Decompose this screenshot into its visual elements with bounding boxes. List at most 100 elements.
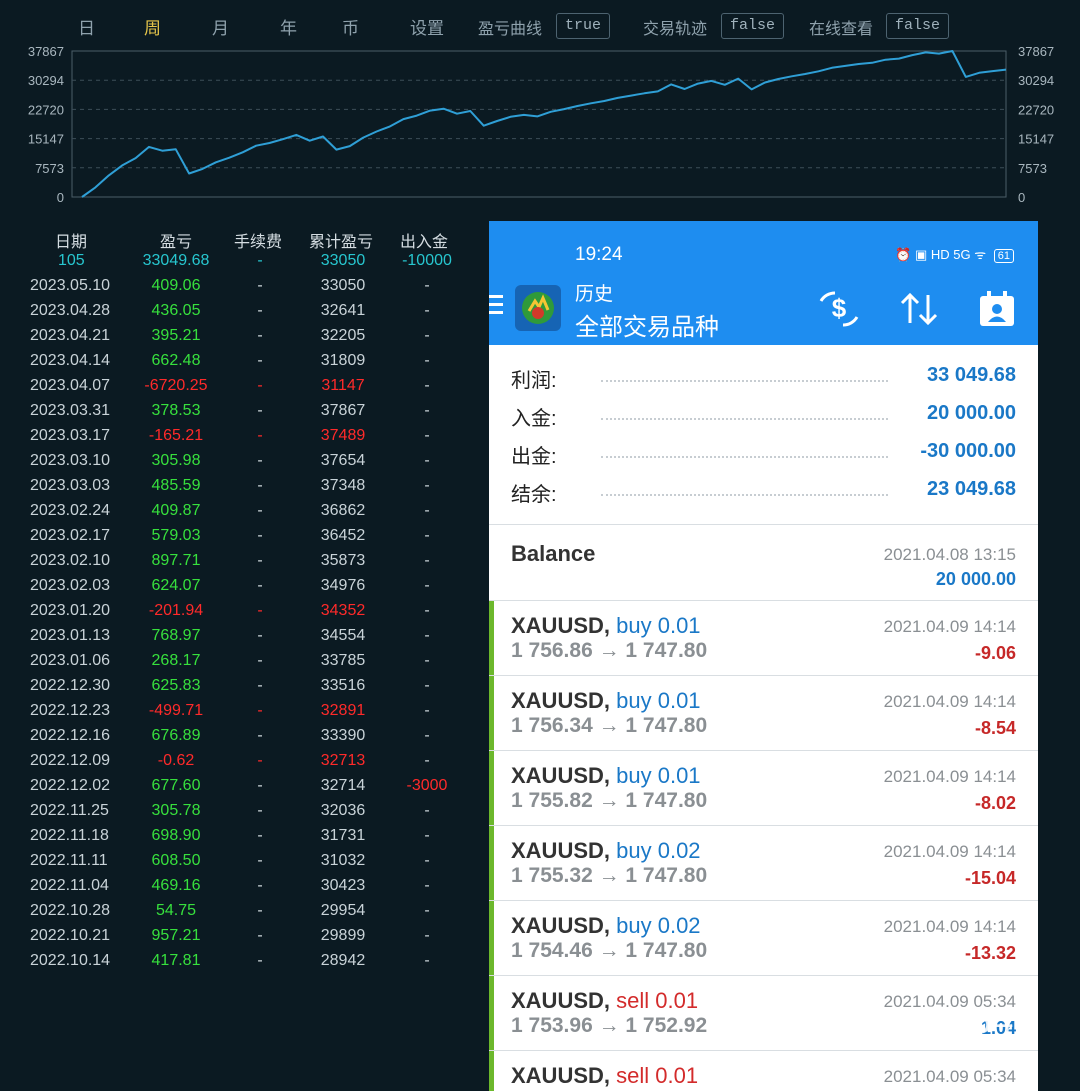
svg-text:$: $ <box>832 293 847 323</box>
row-pnl: -165.21 <box>148 427 204 444</box>
row-pnl: 625.83 <box>151 677 201 694</box>
tab-day[interactable]: 日 <box>78 14 95 39</box>
row-date: 2022.11.25 <box>30 802 109 819</box>
row-fee: - <box>257 427 263 444</box>
row-io: - <box>424 502 430 519</box>
deal-item[interactable]: XAUUSD, buy 0.01 1 756.86 → 1 747.80 2021.… <box>489 601 1038 675</box>
deal-profit: -8.02 <box>974 793 1016 813</box>
trade-track-label: 交易轨迹 <box>643 21 708 38</box>
summary-balance: 结余: 23 049.68 <box>489 478 1038 516</box>
row-io: - <box>424 302 430 319</box>
deal-symbol: XAUUSD, buy 0.02 <box>511 913 701 939</box>
table-row: 2022.11.25 305.78 - 32036 - <box>0 802 490 827</box>
balance-entry[interactable]: Balance 2021.04.08 13:15 20 000.00 <box>489 525 1038 599</box>
row-io: - <box>424 652 430 669</box>
balance-label: Balance <box>511 541 596 566</box>
row-pnl: 897.71 <box>151 552 201 569</box>
deal-time: 2021.04.09 14:14 <box>883 842 1016 861</box>
tab-year[interactable]: 年 <box>280 14 297 39</box>
menu-icon[interactable] <box>489 295 503 315</box>
col-header-cum-pnl: 累计盈亏 <box>309 234 374 251</box>
deal-item[interactable]: XAUUSD, buy 0.02 1 754.46 → 1 747.80 2021.… <box>489 901 1038 975</box>
deal-indicator-bar <box>489 1051 494 1091</box>
y-tick-label-left: 15147 <box>28 132 64 147</box>
row-fee: - <box>257 677 263 694</box>
table-row: 2023.04.28 436.05 - 32641 - <box>0 302 490 327</box>
deal-prices: 1 753.96 → 1 752.92 <box>511 1014 708 1037</box>
row-io: - <box>424 677 430 694</box>
table-row: 2022.11.11 608.50 - 31032 - <box>0 852 490 877</box>
row-cum: 29954 <box>320 902 366 919</box>
deal-indicator-bar <box>489 676 494 750</box>
row-cum: 32713 <box>320 752 366 769</box>
pnl-curve-label: 盈亏曲线 <box>478 21 543 38</box>
row-fee: - <box>257 802 263 819</box>
app-header: 19:24 ⏰ ▣ HD 5G ᯤ 61 历史 全部交易品种 $ <box>489 221 1038 345</box>
deal-side: buy 0.02 <box>616 913 701 938</box>
row-pnl: -201.94 <box>148 602 204 619</box>
row-cum: 34352 <box>320 602 366 619</box>
row-io: - <box>424 552 430 569</box>
row-date: 2022.12.02 <box>30 777 111 794</box>
deal-indicator-bar <box>489 901 494 975</box>
deal-item[interactable]: XAUUSD, buy 0.02 1 755.32 → 1 747.80 2021.… <box>489 826 1038 900</box>
deal-item[interactable]: XAUUSD, sell 0.01 2021.04.09 05:34 <box>489 1051 1038 1091</box>
row-pnl: 624.07 <box>151 577 201 594</box>
tab-month[interactable]: 月 <box>212 14 229 39</box>
row-cum: 32205 <box>320 327 366 344</box>
table-row: 2023.02.03 624.07 - 34976 - <box>0 577 490 602</box>
y-tick-label-right: 7573 <box>1018 161 1047 176</box>
row-date: 2023.03.10 <box>30 452 111 469</box>
row-io: - <box>424 902 430 919</box>
settings-button[interactable]: 设置 <box>410 14 444 39</box>
calendar-icon[interactable] <box>975 289 1019 329</box>
deal-prices: 1 755.32 → 1 747.80 <box>511 864 708 887</box>
row-date: 2023.04.21 <box>30 327 111 344</box>
deal-item[interactable]: XAUUSD, buy 0.01 1 755.82 → 1 747.80 2021.… <box>489 751 1038 825</box>
plot-frame <box>71 50 1007 198</box>
trade-track-toggle[interactable]: false <box>721 13 785 39</box>
deal-symbol-text: XAUUSD, <box>511 913 611 938</box>
row-pnl: 768.97 <box>151 627 201 644</box>
table-row: 2022.12.09 -0.62 - 32713 - <box>0 752 490 777</box>
row-pnl: 676.89 <box>151 727 201 744</box>
row-pnl: 957.21 <box>151 927 201 944</box>
deal-side: buy 0.01 <box>616 688 701 713</box>
tab-week[interactable]: 周 <box>144 14 161 39</box>
row-io: - <box>424 927 430 944</box>
row-date: 2022.12.23 <box>30 702 111 719</box>
deal-profit: -8.54 <box>974 718 1016 738</box>
deal-prices: 1 756.34 → 1 747.80 <box>511 714 708 737</box>
y-tick-label-left: 37867 <box>28 44 64 59</box>
row-fee: - <box>257 727 263 744</box>
battery-icon: 61 <box>993 249 1014 263</box>
pnl-curve-toggle[interactable]: true <box>556 13 611 39</box>
status-time: 19:24 <box>575 244 623 265</box>
summary-label: 利润: <box>511 370 557 392</box>
tab-currency[interactable]: 币 <box>342 14 359 39</box>
deal-side: buy 0.01 <box>616 613 701 638</box>
row-pnl: 409.06 <box>151 277 201 294</box>
online-view-toggle[interactable]: false <box>886 13 950 39</box>
row-fee: - <box>257 827 263 844</box>
table-row: 2023.01.20 -201.94 - 34352 - <box>0 602 490 627</box>
summary-value: 20 000.00 <box>927 402 1016 424</box>
leader-dots <box>601 418 888 420</box>
row-fee: - <box>257 752 263 769</box>
summary-row: 105 33049.68 - 33050 -10000 <box>0 252 490 277</box>
row-cum: 37654 <box>320 452 366 469</box>
sort-icon[interactable] <box>897 289 941 329</box>
deal-indicator-bar <box>489 976 494 1050</box>
table-row: 2023.04.07 -6720.25 - 31147 - <box>0 377 490 402</box>
row-date: 2022.11.18 <box>30 827 109 844</box>
row-pnl: 305.98 <box>151 452 201 469</box>
deal-item[interactable]: XAUUSD, buy 0.01 1 756.34 → 1 747.80 2021.… <box>489 676 1038 750</box>
currency-exchange-icon[interactable]: $ <box>817 289 861 329</box>
row-date: 2023.03.17 <box>30 427 111 444</box>
col-header-io: 出入金 <box>400 234 449 251</box>
row-io: - <box>424 402 430 419</box>
row-cum: 32641 <box>320 302 366 319</box>
symbol-filter[interactable]: 全部交易品种 <box>575 307 719 342</box>
row-cum: 28942 <box>320 952 366 969</box>
equity-line <box>81 50 1007 198</box>
